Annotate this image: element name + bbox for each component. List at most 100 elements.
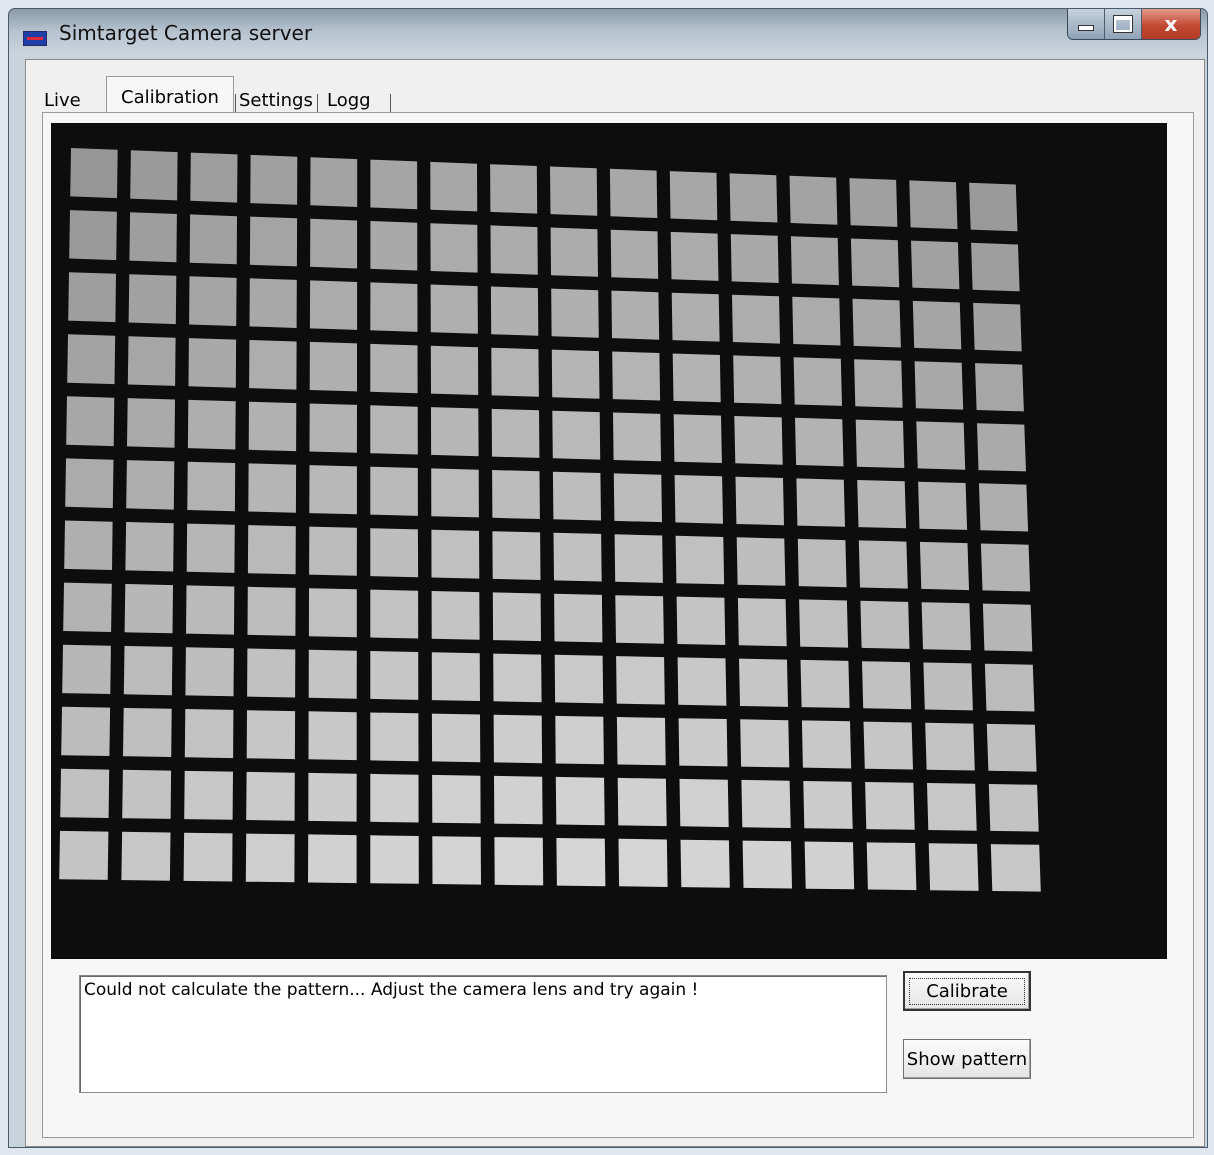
pattern-square: [740, 719, 790, 768]
show-pattern-button[interactable]: Show pattern: [903, 1039, 1031, 1079]
pattern-square: [186, 523, 235, 573]
pattern-square: [736, 537, 786, 586]
pattern-square: [673, 414, 722, 463]
calibration-pattern-image: [59, 148, 1041, 892]
pattern-square: [189, 214, 237, 265]
maximize-icon: [1114, 16, 1132, 32]
pattern-square: [975, 363, 1024, 412]
pattern-square: [732, 294, 780, 344]
pattern-square: [493, 714, 543, 764]
pattern-square: [187, 461, 236, 512]
pattern-square: [671, 292, 720, 342]
pattern-square: [493, 653, 542, 703]
pattern-square: [675, 535, 725, 585]
minimize-icon: [1078, 25, 1094, 31]
pattern-square: [247, 586, 296, 636]
maximize-button[interactable]: [1105, 9, 1142, 39]
tab-settings[interactable]: Settings: [239, 84, 315, 112]
pattern-square: [431, 407, 479, 457]
pattern-square: [309, 341, 357, 392]
pattern-square: [431, 468, 479, 518]
pattern-square: [70, 148, 118, 199]
pattern-square: [308, 649, 357, 699]
pattern-square: [801, 720, 852, 769]
pattern-square: [789, 175, 838, 225]
pattern-square: [858, 540, 908, 589]
close-icon: x: [1164, 12, 1178, 36]
tab-calibration[interactable]: Calibration: [106, 76, 234, 114]
pattern-square: [310, 218, 358, 269]
pattern-square: [248, 463, 297, 513]
pattern-square: [69, 210, 117, 261]
pattern-square: [552, 471, 601, 521]
tab-logg[interactable]: Logg: [327, 84, 387, 112]
pattern-square: [678, 718, 728, 767]
pattern-square: [125, 522, 174, 572]
pattern-square: [990, 844, 1041, 892]
pattern-square: [370, 221, 418, 271]
status-message-box[interactable]: Could not calculate the pattern... Adjus…: [79, 975, 887, 1093]
pattern-square: [928, 843, 979, 891]
pattern-square: [188, 338, 237, 388]
tab-live[interactable]: Live: [44, 84, 104, 112]
pattern-square: [914, 361, 964, 410]
pattern-square: [796, 478, 845, 527]
pattern-square: [127, 336, 176, 386]
pattern-square: [916, 421, 966, 470]
pattern-square: [613, 473, 662, 523]
pattern-square: [490, 225, 538, 275]
pattern-square: [370, 528, 419, 578]
pattern-square: [66, 396, 115, 447]
pattern-square: [492, 470, 540, 519]
minimize-button[interactable]: [1068, 9, 1105, 39]
pattern-square: [925, 722, 975, 771]
pattern-square: [730, 234, 779, 283]
pattern-square: [616, 656, 665, 705]
pattern-square: [185, 647, 234, 697]
pattern-square: [610, 229, 659, 279]
pattern-square: [555, 715, 604, 765]
title-bar[interactable]: Simtarget Camera server x: [9, 9, 1207, 59]
pattern-square: [308, 834, 357, 884]
pattern-square: [309, 280, 358, 330]
client-area: Live Calibration Settings Logg Could not…: [25, 59, 1205, 1147]
pattern-square: [790, 236, 839, 286]
pattern-square: [370, 651, 419, 700]
pattern-square: [494, 837, 544, 886]
pattern-square: [988, 784, 1039, 832]
pattern-square: [61, 706, 111, 756]
close-button[interactable]: x: [1142, 9, 1200, 39]
pattern-square: [122, 769, 172, 819]
pattern-square: [309, 403, 357, 453]
pattern-square: [857, 480, 907, 529]
pattern-square: [911, 240, 960, 290]
pattern-square: [370, 466, 418, 516]
pattern-square: [430, 223, 478, 273]
pattern-square: [737, 598, 787, 647]
pattern-square: [918, 481, 968, 530]
pattern-square: [734, 416, 783, 465]
pattern-square: [969, 182, 1018, 232]
window-title: Simtarget Camera server: [59, 21, 313, 45]
pattern-square: [804, 841, 855, 890]
pattern-square: [909, 180, 958, 230]
pattern-square: [308, 588, 357, 638]
pattern-square: [863, 721, 913, 770]
pattern-square: [310, 157, 358, 207]
pattern-square: [795, 417, 844, 467]
pattern-square: [971, 242, 1020, 292]
pattern-square: [984, 663, 1035, 712]
pattern-square: [431, 591, 480, 640]
pattern-square: [733, 355, 782, 405]
pattern-square: [674, 475, 723, 524]
pattern-square: [849, 178, 898, 227]
pattern-square: [555, 776, 605, 826]
pattern-square: [615, 595, 664, 644]
pattern-square: [130, 150, 178, 201]
pattern-square: [554, 654, 604, 704]
pattern-square: [550, 227, 598, 277]
pattern-square: [854, 359, 903, 408]
pattern-square: [793, 357, 842, 406]
pattern-square: [609, 168, 658, 218]
calibrate-button[interactable]: Calibrate: [903, 971, 1031, 1011]
